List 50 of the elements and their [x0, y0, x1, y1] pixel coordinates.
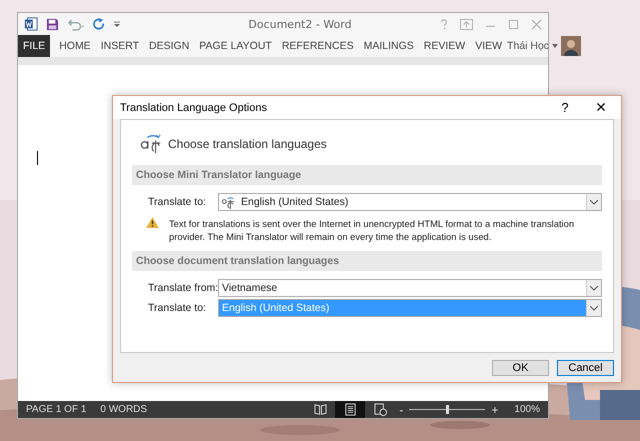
ribbon-tab[interactable]: VIEW [470, 35, 508, 57]
caret-icon[interactable] [552, 44, 558, 48]
ribbon-tab[interactable]: REVIEW [418, 35, 470, 57]
word-count[interactable]: 0 WORDS [100, 404, 148, 415]
customize-icon[interactable] [114, 20, 120, 28]
section-header: Choose Mini Translator language [132, 165, 602, 185]
close-button[interactable]: × [583, 96, 619, 119]
language-icon [222, 196, 235, 208]
field-label: Translate to: [148, 302, 207, 314]
language-dropdown[interactable]: English (United States) [218, 193, 602, 211]
account-name[interactable]: Thái Học [507, 40, 550, 52]
ribbon-tab[interactable]: DESIGN [144, 35, 194, 57]
field-label: Translate from: [148, 282, 218, 294]
text-cursor [37, 151, 38, 165]
print-layout-button[interactable] [335, 401, 366, 418]
section-header: Choose document translation languages [132, 251, 602, 271]
zoom-in-button[interactable]: + [487, 401, 502, 418]
dropdown-value: Vietnamese [221, 281, 278, 296]
file-tab[interactable]: FILE [18, 35, 50, 57]
help-button[interactable]: ? [547, 96, 583, 119]
dialog-title: Translation Language Options [120, 102, 268, 114]
dropdown-value: English (United States) [219, 300, 586, 316]
window-title: Document2 - Word [247, 18, 353, 30]
field-label: Translate to: [148, 196, 207, 208]
avatar-icon[interactable] [561, 36, 582, 56]
ribbon-tab[interactable]: MAILINGS [358, 35, 419, 57]
ribbon-tab[interactable]: REFERENCES [276, 35, 359, 57]
warning-text: Text for translations is sent over the Internet in unencrypted HTML format to a machine translation provider. The Mini Translator will remain on every time the application is used. [169, 217, 576, 243]
ok-button[interactable]: OK [492, 360, 549, 376]
slider-thumb[interactable] [446, 405, 450, 414]
ribbon-tab[interactable]: PAGE LAYOUT [194, 35, 277, 57]
dropdown-value: English (United States) [240, 195, 350, 210]
zoom-out-button[interactable]: - [395, 401, 408, 418]
translate-icon [140, 132, 162, 156]
save-icon[interactable] [46, 18, 59, 30]
dialog-heading: Choose translation languages [168, 137, 327, 151]
print-layout-icon [344, 403, 357, 416]
page-count[interactable]: PAGE 1 OF 1 [26, 404, 86, 415]
zoom-level[interactable]: 100% [514, 404, 540, 415]
ribbon-tab[interactable]: HOME [54, 35, 96, 57]
read-mode-icon [314, 403, 327, 416]
warning-icon [146, 217, 159, 228]
word-icon[interactable] [24, 17, 38, 31]
caret-icon [590, 306, 598, 310]
ribbon-tab[interactable]: INSERT [96, 35, 144, 57]
redo-icon[interactable] [93, 18, 106, 30]
caret-icon [590, 200, 598, 204]
language-dropdown[interactable]: Vietnamese [218, 279, 602, 297]
cancel-button[interactable]: Cancel [557, 360, 614, 376]
caret-icon [590, 286, 598, 290]
